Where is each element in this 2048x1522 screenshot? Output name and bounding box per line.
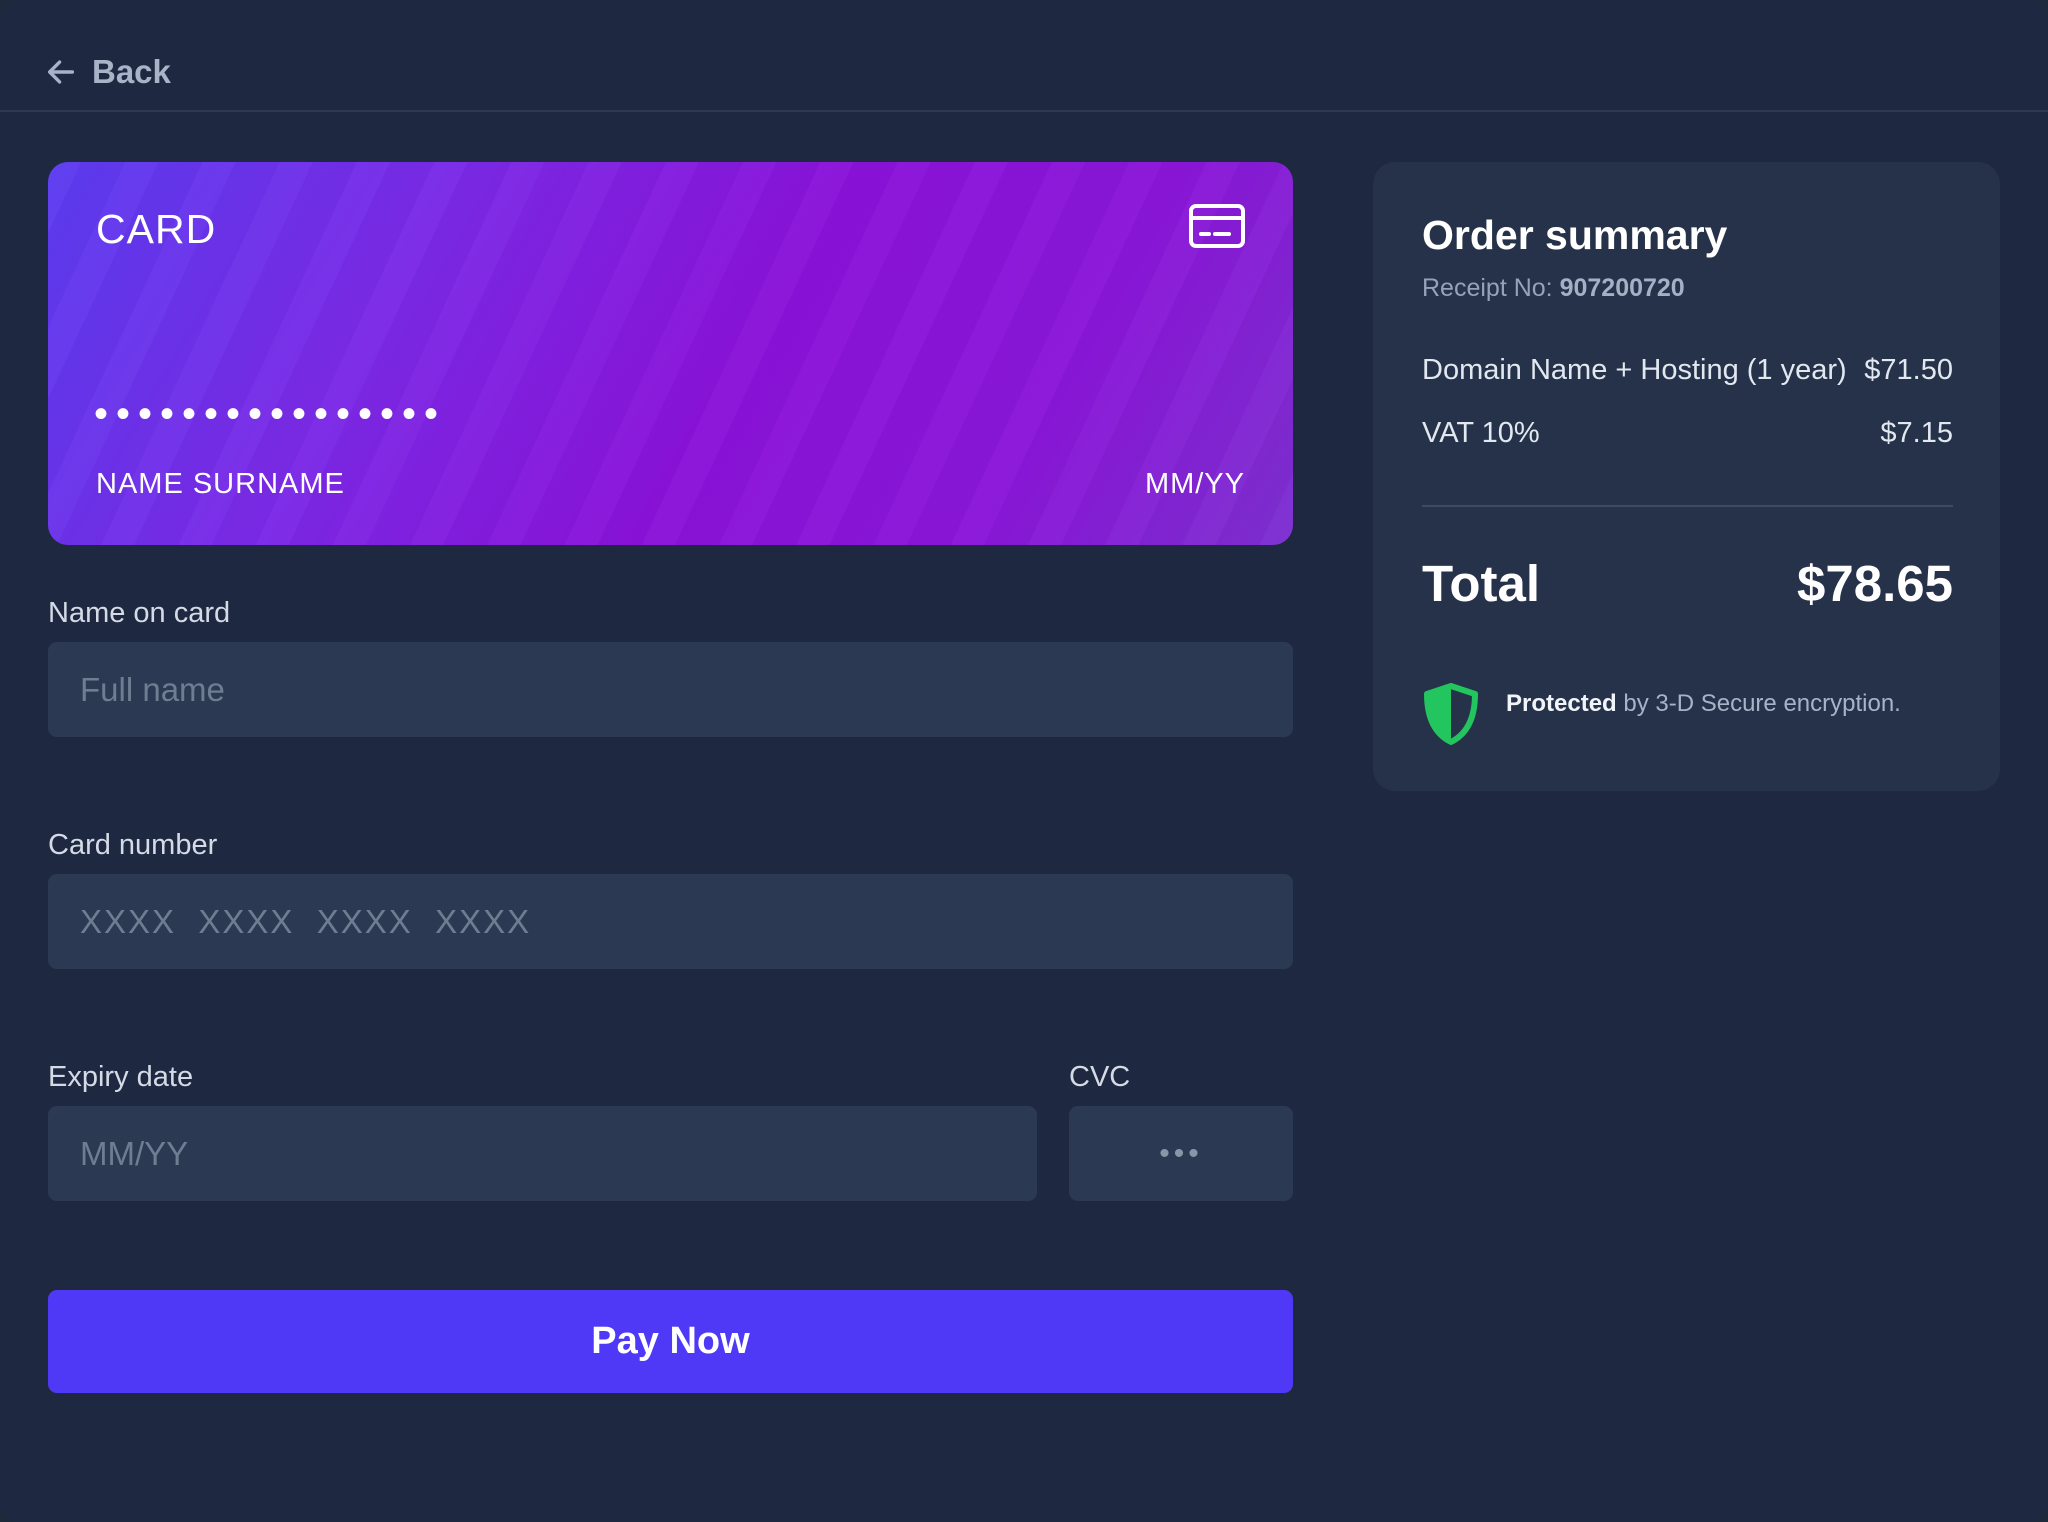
total-label: Total [1422,555,1541,612]
line-item-price: $7.15 [1880,417,1953,449]
card-number-input[interactable] [48,874,1293,969]
cvc-placeholder: ••• [1159,1136,1203,1170]
secure-strong: Protected [1506,690,1617,717]
cvc-input[interactable]: ••• [1069,1106,1293,1201]
back-label: Back [92,53,171,90]
order-summary-title: Order summary [1422,212,1728,258]
card-number-label: Card number [48,829,218,861]
back-button[interactable]: Back [44,48,171,96]
name-on-card-label: Name on card [48,597,231,629]
summary-line-item: VAT 10% $7.15 [1422,417,1953,450]
secure-text: Protected by 3-D Secure encryption. [1506,690,1901,718]
line-item-price: $71.50 [1864,354,1953,386]
payment-window: Back CARD •••••••••••••••• NAME SURNAME … [0,0,2048,1522]
receipt-number: 907200720 [1559,274,1685,302]
secure-rest: by 3-D Secure encryption. [1623,690,1901,717]
shield-icon [1424,683,1478,745]
top-bar: Back [0,0,2048,112]
summary-total: Total $78.65 [1422,554,1953,613]
receipt-line: Receipt No: 907200720 [1422,274,1685,303]
line-item-label: Domain Name + Hosting (1 year) [1422,354,1847,386]
cvc-label: CVC [1069,1061,1131,1093]
summary-divider [1422,505,1953,507]
total-value: $78.65 [1797,555,1953,612]
credit-card-icon [1189,204,1245,248]
expiry-date-label: Expiry date [48,1061,194,1093]
summary-line-item: Domain Name + Hosting (1 year) $71.50 [1422,354,1953,387]
arrow-left-icon [47,60,75,84]
order-summary-panel: Order summary Receipt No: 907200720 Doma… [1373,162,2000,791]
receipt-label: Receipt No: [1422,274,1553,302]
card-preview: CARD •••••••••••••••• NAME SURNAME MM/YY [48,162,1293,545]
card-number-masked: •••••••••••••••• [94,392,447,436]
name-on-card-input[interactable] [48,642,1293,737]
pay-now-button[interactable]: Pay Now [48,1290,1293,1393]
secure-notice: Protected by 3-D Secure encryption. [1422,682,1901,746]
expiry-date-input[interactable] [48,1106,1037,1201]
line-item-label: VAT 10% [1422,417,1540,449]
card-brand: CARD [96,206,217,252]
card-expiry: MM/YY [1144,468,1245,500]
card-holder-name: NAME SURNAME [96,468,345,500]
